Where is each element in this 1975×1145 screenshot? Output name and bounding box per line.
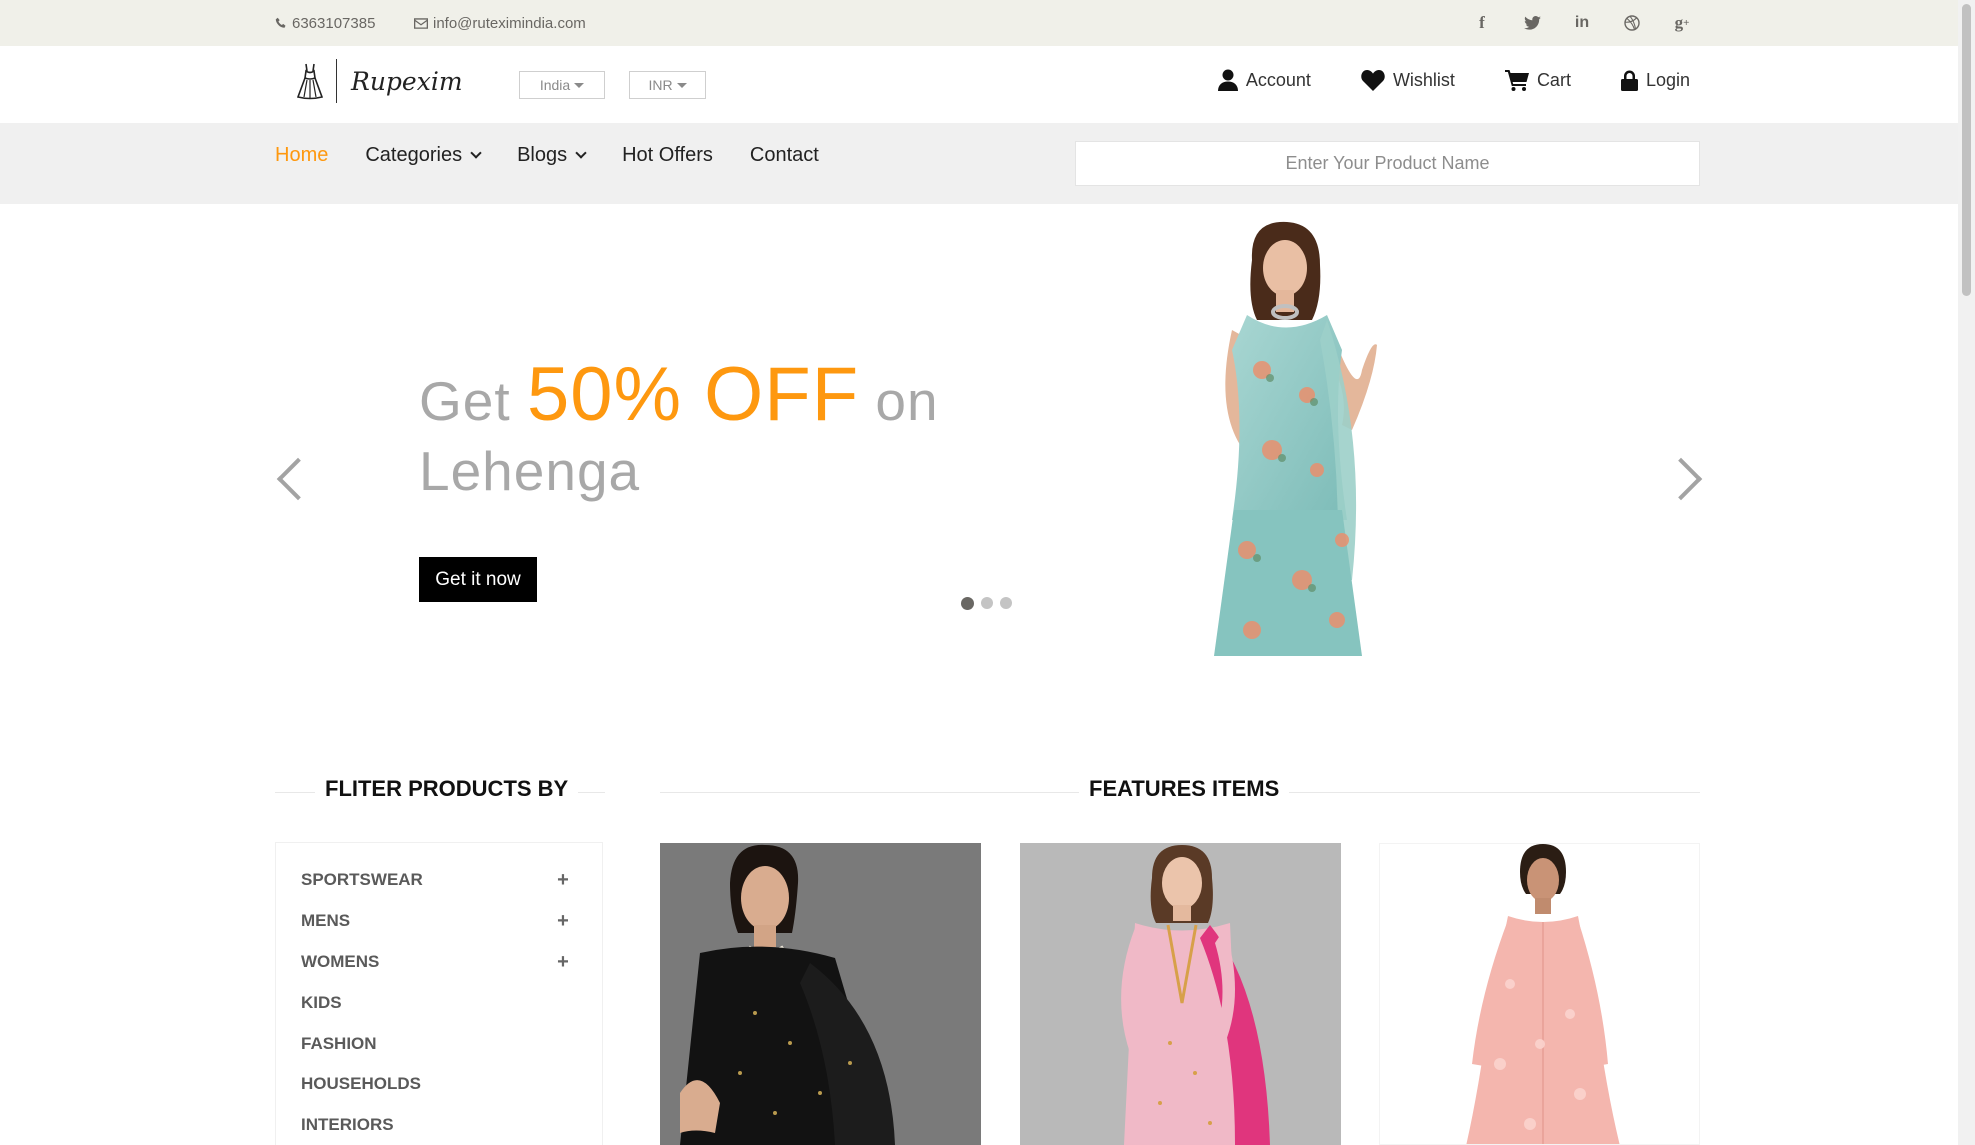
plus-icon[interactable]: +: [555, 951, 571, 974]
account-link[interactable]: Account: [1217, 69, 1311, 91]
cart-icon: [1504, 69, 1529, 91]
caret-down-icon: [574, 82, 585, 88]
promo-headline: Get 50% OFF on Lehenga: [419, 357, 939, 506]
slider-next-icon[interactable]: [1659, 457, 1703, 501]
heart-icon: [1361, 69, 1385, 91]
category-label: FASHION: [301, 1034, 377, 1053]
cart-link[interactable]: Cart: [1504, 69, 1571, 91]
page-scrollbar[interactable]: [1958, 0, 1975, 1145]
product-card-1[interactable]: [660, 843, 981, 1145]
category-label: MENS: [301, 911, 351, 930]
site-header: Rupexim India INR Account Wishlist Cart …: [0, 46, 1958, 123]
account-label: Account: [1245, 69, 1311, 90]
slider-dot-1[interactable]: [961, 597, 974, 610]
nav-contact-label: Contact: [749, 143, 819, 166]
phone-number: 6363107385: [292, 14, 376, 32]
hero-model-image: [1214, 221, 1377, 656]
login-link[interactable]: Login: [1620, 69, 1690, 91]
login-label: Login: [1645, 69, 1690, 90]
envelope-icon: [414, 17, 428, 29]
promo-suffix: on: [875, 370, 939, 432]
category-filter-panel: SPORTSWEAR + MENS + WOMENS + KIDS FASHIO…: [275, 842, 603, 1145]
google-plus-icon[interactable]: g +: [1670, 11, 1694, 35]
linkedin-icon[interactable]: in: [1570, 11, 1594, 35]
plus-icon[interactable]: +: [555, 910, 571, 933]
product-image-peach-kurta: [1380, 844, 1699, 1144]
brand-logo[interactable]: Rupexim: [290, 58, 463, 104]
cart-label: Cart: [1536, 69, 1571, 90]
logo-divider: [336, 59, 337, 103]
category-womens[interactable]: WOMENS +: [301, 947, 571, 977]
chevron-down-icon: [470, 146, 482, 159]
country-selector[interactable]: India: [519, 71, 605, 99]
currency-value: INR: [648, 77, 673, 93]
category-label: KIDS: [301, 993, 342, 1012]
product-image-black-suit: [660, 843, 981, 1145]
slider-dot-3[interactable]: [1000, 597, 1012, 609]
country-value: India: [539, 77, 571, 93]
nav-home[interactable]: Home: [275, 144, 328, 167]
nav-contact[interactable]: Contact: [750, 144, 819, 167]
top-bar: 6363107385 info@ruteximindia.com f in g +: [0, 0, 1958, 46]
slider-indicators: [961, 597, 1012, 610]
promo-product: Lehenga: [419, 440, 641, 502]
email-contact[interactable]: info@ruteximindia.com: [414, 0, 586, 46]
category-sportswear[interactable]: SPORTSWEAR +: [301, 865, 571, 895]
user-icon: [1217, 69, 1238, 91]
category-label: SPORTSWEAR: [301, 870, 423, 889]
brand-name: Rupexim: [351, 66, 463, 96]
nav-links: Home Categories Blogs Hot Offers Contact: [275, 123, 819, 187]
phone-icon: [275, 17, 286, 28]
product-card-2[interactable]: [1020, 843, 1341, 1145]
facebook-icon[interactable]: f: [1470, 11, 1494, 35]
slider-prev-icon[interactable]: [276, 457, 320, 501]
category-households[interactable]: HOUSEHOLDS: [301, 1069, 571, 1099]
twitter-icon[interactable]: [1520, 11, 1544, 35]
scrollbar-thumb[interactable]: [1962, 4, 1971, 296]
category-label: HOUSEHOLDS: [301, 1074, 421, 1093]
product-search-input[interactable]: [1075, 141, 1700, 186]
category-mens[interactable]: MENS +: [301, 906, 571, 936]
dribbble-icon[interactable]: [1620, 11, 1644, 35]
nav-categories[interactable]: Categories: [365, 143, 482, 167]
category-label: WOMENS: [301, 952, 380, 971]
lock-icon: [1620, 70, 1638, 91]
promo-offer: 50% OFF: [526, 352, 860, 437]
email-address: info@ruteximindia.com: [433, 14, 586, 32]
main-nav: Home Categories Blogs Hot Offers Contact: [0, 123, 1958, 204]
nav-blogs[interactable]: Blogs: [517, 143, 587, 167]
category-label: INTERIORS: [301, 1115, 394, 1134]
wishlist-label: Wishlist: [1392, 69, 1455, 90]
category-fashion[interactable]: FASHION: [301, 1029, 571, 1059]
plus-icon[interactable]: +: [555, 869, 571, 892]
nav-home-label: Home: [275, 143, 329, 166]
category-kids[interactable]: KIDS: [301, 988, 571, 1018]
nav-hot-offers-label: Hot Offers: [622, 143, 713, 166]
chevron-down-icon: [575, 146, 587, 159]
hero-slider: Get 50% OFF on Lehenga Get it now: [0, 204, 1958, 674]
category-interiors[interactable]: INTERIORS: [301, 1110, 571, 1140]
user-nav: Account Wishlist Cart Login: [1217, 46, 1690, 114]
nav-hot-offers[interactable]: Hot Offers: [622, 144, 713, 167]
social-links: f in g +: [1470, 0, 1694, 46]
slider-dot-2[interactable]: [981, 597, 993, 609]
nav-blogs-label: Blogs: [517, 143, 568, 166]
product-card-3[interactable]: [1379, 843, 1700, 1145]
caret-down-icon: [676, 82, 687, 88]
currency-selector[interactable]: INR: [629, 71, 706, 99]
get-it-now-button[interactable]: Get it now: [419, 557, 537, 602]
filter-title: FLITER PRODUCTS BY: [315, 776, 579, 802]
dress-logo-icon: [290, 58, 330, 104]
features-title: FEATURES ITEMS: [1079, 776, 1290, 802]
promo-prefix: Get: [419, 370, 511, 432]
wishlist-link[interactable]: Wishlist: [1361, 69, 1455, 91]
nav-categories-label: Categories: [365, 143, 463, 166]
product-image-pink-suit: [1020, 843, 1341, 1145]
phone-contact[interactable]: 6363107385: [275, 0, 375, 46]
